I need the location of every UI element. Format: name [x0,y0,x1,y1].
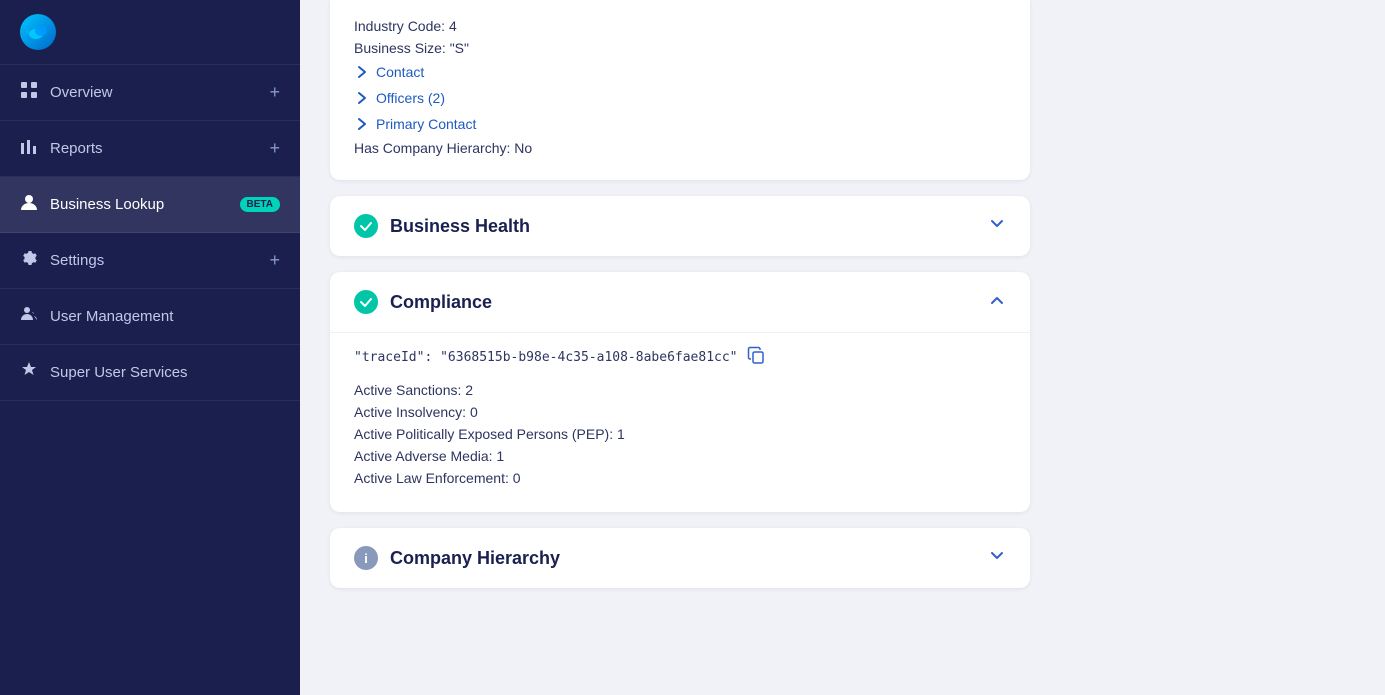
business-health-check-icon [354,214,378,238]
app-logo [20,14,56,50]
sidebar-item-reports-label: Reports [50,140,269,157]
business-health-section: Business Health [330,196,1030,256]
sidebar-item-business-lookup[interactable]: Business Lookup BETA [0,177,300,233]
primary-contact-row[interactable]: Primary Contact [354,114,1006,134]
sidebar-item-overview[interactable]: Overview + [0,65,300,121]
contact-label[interactable]: Contact [376,64,424,80]
copy-icon[interactable] [746,345,766,370]
sidebar-logo [0,0,300,65]
sidebar-item-business-lookup-label: Business Lookup [50,196,232,213]
insolvency-line: Active Insolvency: 0 [354,404,1006,420]
business-health-chevron-icon[interactable] [988,215,1006,238]
settings-plus-icon[interactable]: + [269,250,280,271]
main-content: Industry Code: 4 Business Size: "S" Cont… [300,0,1385,695]
business-health-header[interactable]: Business Health [330,196,1030,256]
trace-id-text: "traceId": "6368515b-b98e-4c35-a108-8abe… [354,350,738,365]
overview-icon [20,81,38,104]
beta-badge: BETA [240,197,280,212]
company-hierarchy-chevron-icon[interactable] [988,547,1006,570]
super-user-services-icon [20,361,38,384]
business-lookup-icon [20,193,38,216]
has-hierarchy-line: Has Company Hierarchy: No [354,140,1006,156]
sidebar-item-settings[interactable]: Settings + [0,233,300,289]
sidebar-item-super-user-services-label: Super User Services [50,364,280,381]
overview-plus-icon[interactable]: + [269,82,280,103]
sidebar-item-user-management[interactable]: User Management [0,289,300,345]
business-info-section: Industry Code: 4 Business Size: "S" Cont… [330,0,1030,180]
officers-chevron-icon[interactable] [354,90,370,106]
adverse-media-line: Active Adverse Media: 1 [354,448,1006,464]
sanctions-line: Active Sanctions: 2 [354,382,1006,398]
officers-row[interactable]: Officers (2) [354,88,1006,108]
sidebar-item-reports[interactable]: Reports + [0,121,300,177]
compliance-body: "traceId": "6368515b-b98e-4c35-a108-8abe… [330,332,1030,512]
pep-line: Active Politically Exposed Persons (PEP)… [354,426,1006,442]
primary-contact-chevron-icon[interactable] [354,116,370,132]
compliance-check-icon [354,290,378,314]
user-management-icon [20,305,38,328]
company-hierarchy-info-icon: i [354,546,378,570]
compliance-header[interactable]: Compliance [330,272,1030,332]
law-enforcement-line: Active Law Enforcement: 0 [354,470,1006,486]
company-hierarchy-section: i Company Hierarchy [330,528,1030,588]
sidebar-item-user-management-label: User Management [50,308,280,325]
company-hierarchy-title: Company Hierarchy [390,548,988,569]
company-hierarchy-header[interactable]: i Company Hierarchy [330,528,1030,588]
compliance-section: Compliance "traceId": "6368515b-b98e-4c3… [330,272,1030,512]
content-area: Industry Code: 4 Business Size: "S" Cont… [300,0,1060,634]
compliance-chevron-icon[interactable] [988,291,1006,314]
officers-label[interactable]: Officers (2) [376,90,445,106]
contact-chevron-icon[interactable] [354,64,370,80]
sidebar: Overview + Reports + Business Lookup BET… [0,0,300,695]
industry-code-line: Industry Code: 4 [354,18,1006,34]
sidebar-item-settings-label: Settings [50,252,269,269]
compliance-title: Compliance [390,292,988,313]
settings-icon [20,249,38,272]
primary-contact-label[interactable]: Primary Contact [376,116,476,132]
sidebar-item-overview-label: Overview [50,84,269,101]
contact-row[interactable]: Contact [354,62,1006,82]
reports-plus-icon[interactable]: + [269,138,280,159]
reports-icon [20,137,38,160]
trace-id-row: "traceId": "6368515b-b98e-4c35-a108-8abe… [354,345,1006,370]
sidebar-item-super-user-services[interactable]: Super User Services [0,345,300,401]
business-health-title: Business Health [390,216,988,237]
business-size-line: Business Size: "S" [354,40,1006,56]
